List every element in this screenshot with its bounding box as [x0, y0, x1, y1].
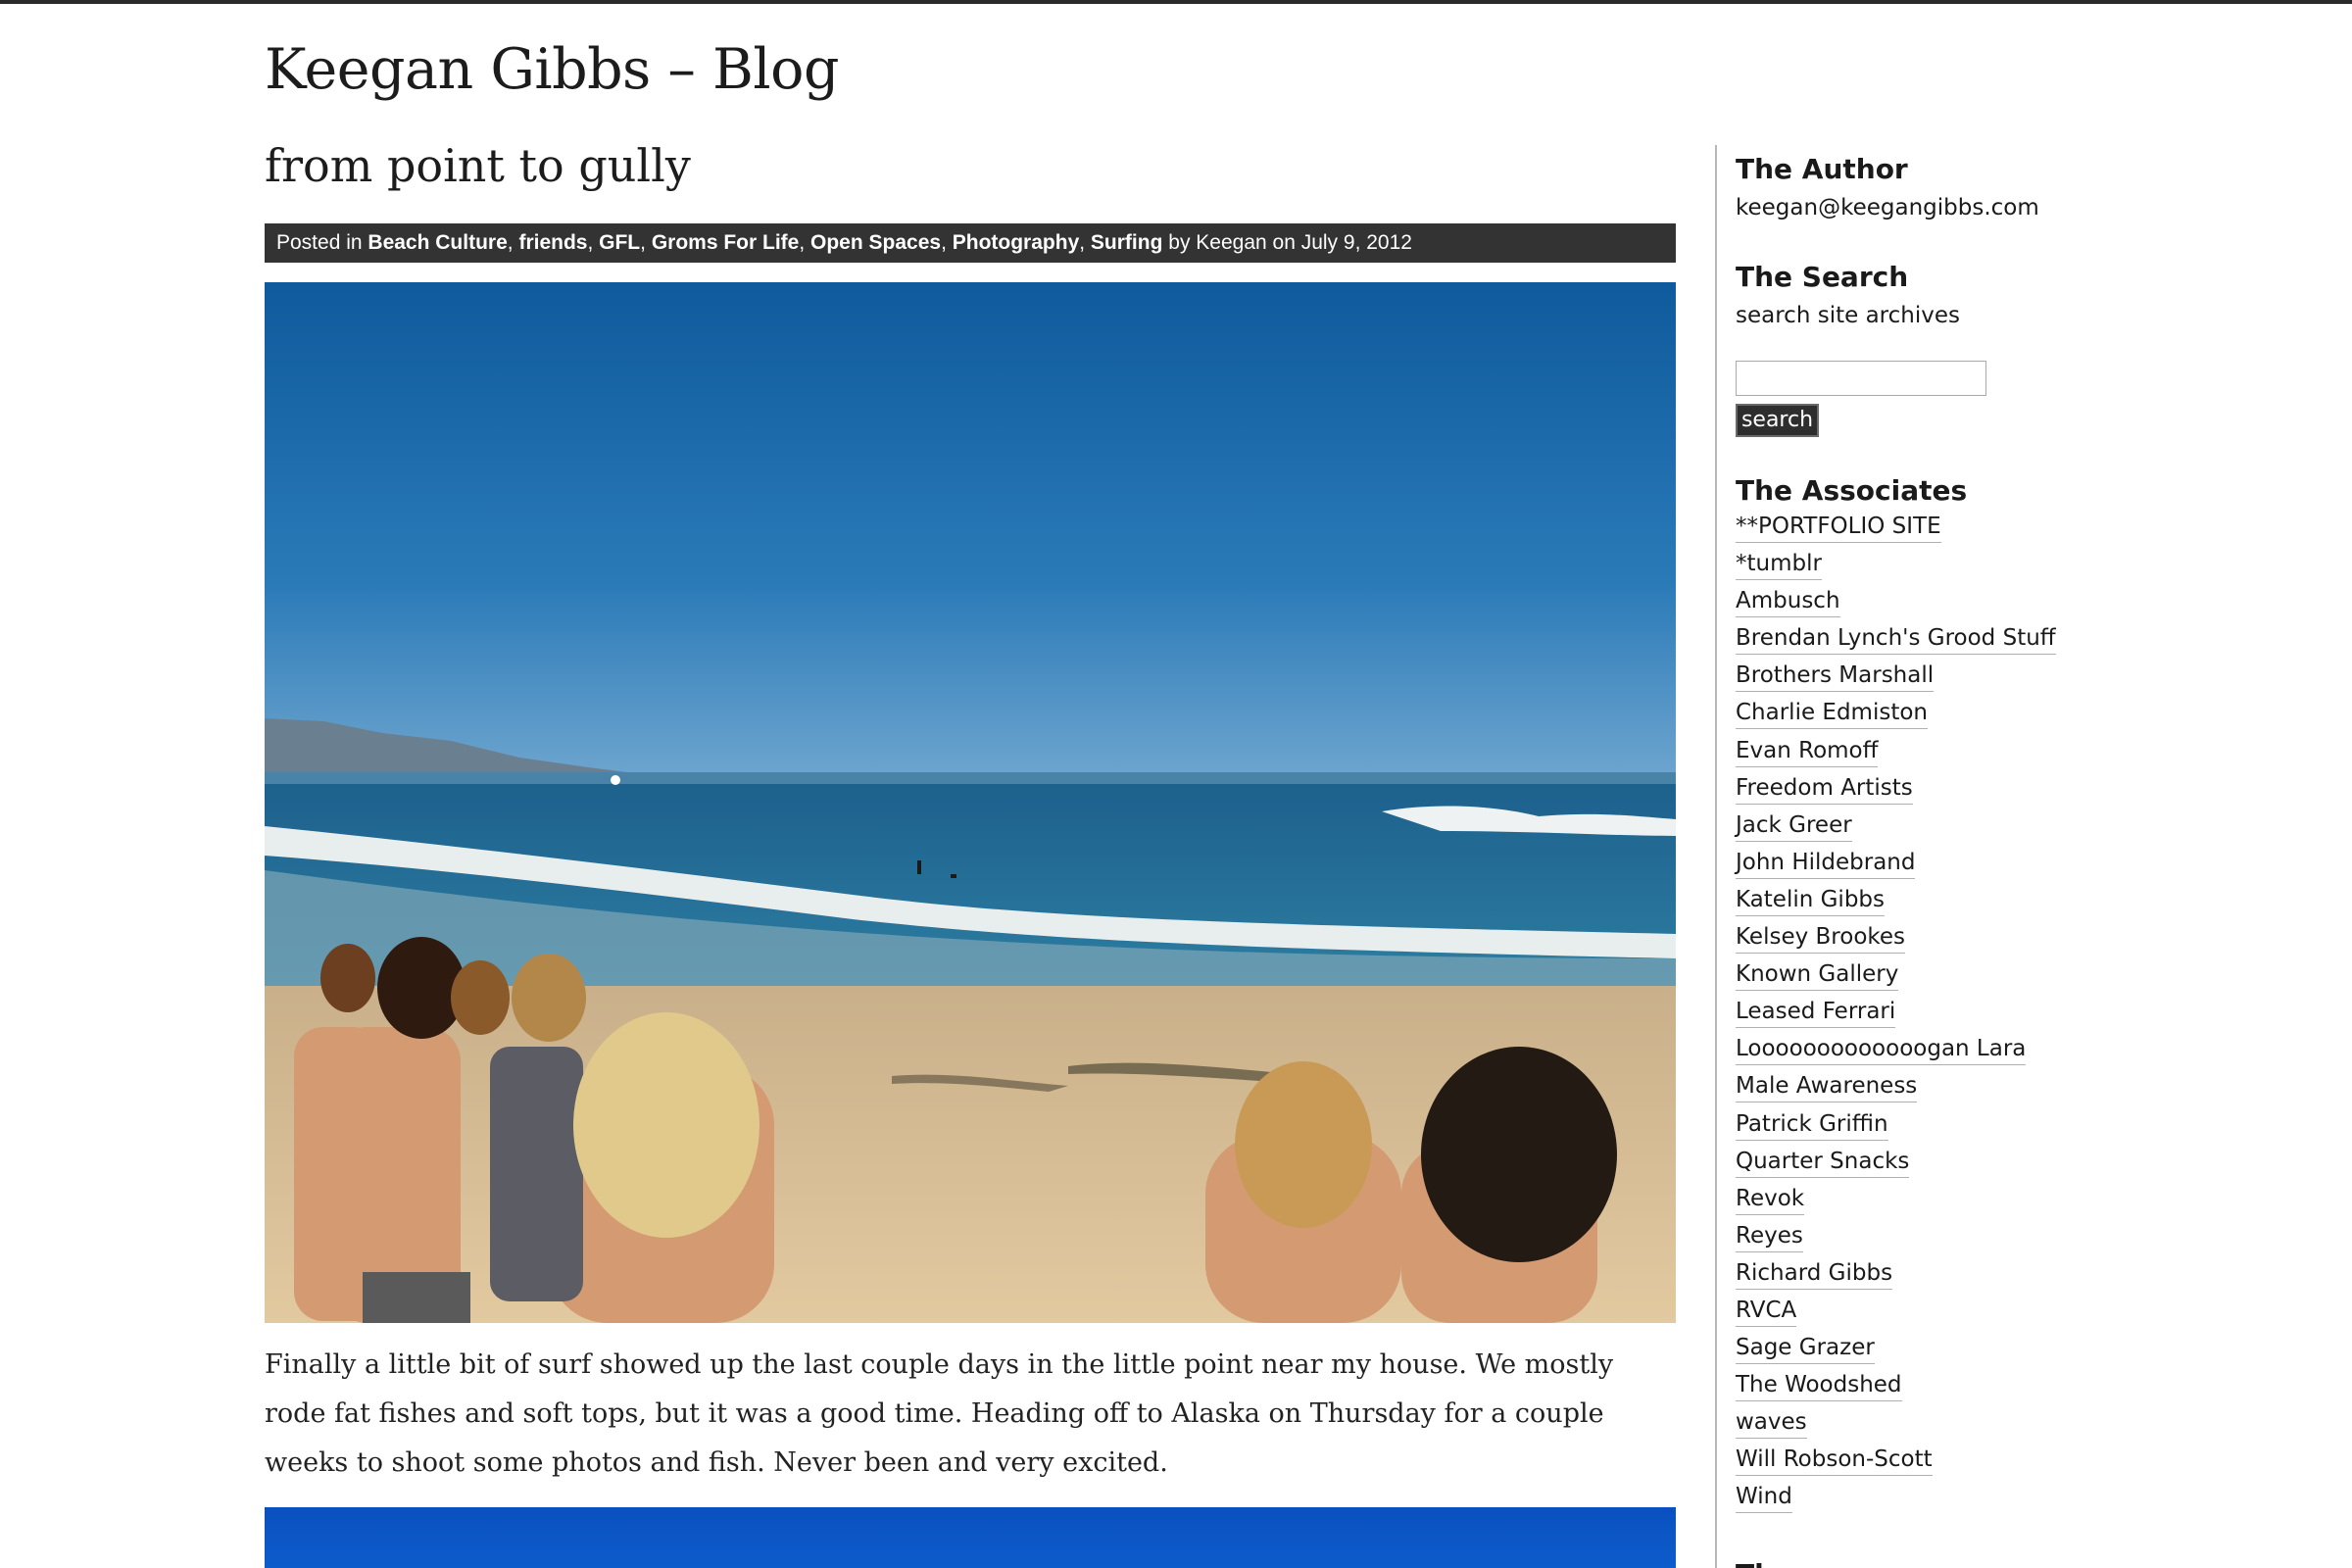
associate-item: Freedom Artists [1736, 774, 2056, 812]
associate-link[interactable]: Patrick Griffin [1736, 1110, 1888, 1141]
associates-heading: The Associates [1736, 474, 1968, 507]
site-title[interactable]: Keegan Gibbs – Blog [265, 37, 839, 102]
associate-link[interactable]: Charlie Edmiston [1736, 700, 1929, 730]
associate-link[interactable]: Brothers Marshall [1736, 662, 1935, 693]
associate-item: John Hildebrand [1736, 849, 2056, 887]
associate-item: Sage Grazer [1736, 1335, 2056, 1372]
associate-item: Kelsey Brookes [1736, 924, 2056, 961]
associate-item: Jack Greer [1736, 811, 2056, 850]
category-list: Beach Culture, friends, GFL, Groms For L… [368, 231, 1163, 254]
category-link[interactable]: Open Spaces [810, 231, 941, 254]
associate-link[interactable]: Leased Ferrari [1736, 999, 1896, 1029]
post-title[interactable]: from point to gully [265, 139, 691, 192]
search-heading: The Search [1736, 261, 1909, 293]
associate-item: Male Awareness [1736, 1073, 2056, 1110]
associate-item: RVCA [1736, 1297, 2056, 1335]
associate-item: Revok [1736, 1185, 2056, 1223]
associate-item: **PORTFOLIO SITE [1736, 514, 2056, 551]
associate-link[interactable]: Looooooooooooogan Lara [1736, 1036, 2027, 1066]
associate-link[interactable]: Wind [1736, 1484, 1792, 1514]
associate-link[interactable]: Jack Greer [1736, 811, 1852, 842]
associate-link[interactable]: Brendan Lynch's Grood Stuff [1736, 625, 2056, 656]
associate-link[interactable]: Freedom Artists [1736, 774, 1913, 805]
associate-item: Brendan Lynch's Grood Stuff [1736, 625, 2056, 662]
associate-item: Patrick Griffin [1736, 1110, 2056, 1149]
associate-link[interactable]: Male Awareness [1736, 1073, 1918, 1103]
associate-item: Evan Romoff [1736, 737, 2056, 775]
search-input[interactable] [1736, 361, 1986, 396]
associate-link[interactable]: Katelin Gibbs [1736, 886, 1886, 916]
top-border [0, 0, 2352, 4]
associate-item: Katelin Gibbs [1736, 886, 2056, 924]
associate-item: Reyes [1736, 1222, 2056, 1260]
posted-in-label: Posted in [276, 231, 363, 254]
category-link[interactable]: friends [518, 231, 587, 254]
category-link[interactable]: Photography [953, 231, 1080, 254]
associate-item: Brothers Marshall [1736, 662, 2056, 700]
category-link[interactable]: Surfing [1091, 231, 1163, 254]
associate-link[interactable]: Quarter Snacks [1736, 1148, 1910, 1178]
associate-link[interactable]: Evan Romoff [1736, 737, 1879, 767]
associate-link[interactable]: **PORTFOLIO SITE [1736, 514, 1941, 543]
associates-list: **PORTFOLIO SITE *tumblr Ambusch Brendan Ly… [1736, 514, 2056, 1522]
post-meta-bar: Posted in Beach Culture, friends, GFL, G… [265, 223, 1676, 263]
associate-link[interactable]: Sage Grazer [1736, 1335, 1875, 1365]
associate-item: Leased Ferrari [1736, 999, 2056, 1036]
post-byline: by Keegan on July 9, 2012 [1168, 231, 1412, 254]
associate-link[interactable]: *tumblr [1736, 551, 1822, 581]
associate-item: *tumblr [1736, 551, 2056, 588]
archives-heading: The Archives [1736, 1558, 1863, 1568]
associate-link[interactable]: Kelsey Brookes [1736, 924, 1906, 955]
associate-item: Quarter Snacks [1736, 1148, 2056, 1186]
author-email[interactable]: keegan@keegangibbs.com [1736, 195, 2039, 220]
associate-link[interactable]: Richard Gibbs [1736, 1259, 1893, 1290]
associate-link[interactable]: John Hildebrand [1736, 849, 1916, 879]
sidebar-divider [1715, 145, 1717, 1568]
search-button[interactable]: search [1736, 404, 1819, 437]
associate-link[interactable]: The Woodshed [1736, 1372, 1902, 1402]
associate-link[interactable]: Revok [1736, 1185, 1805, 1215]
associate-link[interactable]: Known Gallery [1736, 961, 1899, 992]
associate-link[interactable]: waves [1736, 1409, 1807, 1440]
second-post-photo[interactable] [265, 1507, 1676, 1568]
associate-item: Looooooooooooogan Lara [1736, 1036, 2056, 1073]
category-link[interactable]: Beach Culture [368, 231, 507, 254]
associate-item: waves [1736, 1409, 2056, 1446]
category-link[interactable]: GFL [599, 231, 640, 254]
associate-item: Will Robson-Scott [1736, 1446, 2056, 1484]
category-link[interactable]: Groms For Life [652, 231, 800, 254]
associate-item: Wind [1736, 1484, 2056, 1521]
search-subtext: search site archives [1736, 303, 1960, 328]
post-body: Finally a little bit of surf showed up t… [265, 1349, 1614, 1478]
author-heading: The Author [1736, 153, 1908, 185]
associate-item: Ambusch [1736, 588, 2056, 625]
associate-link[interactable]: RVCA [1736, 1297, 1797, 1327]
associate-link[interactable]: Reyes [1736, 1222, 1803, 1252]
associate-link[interactable]: Ambusch [1736, 588, 1840, 618]
post-photo[interactable] [265, 282, 1676, 1323]
associate-item: Richard Gibbs [1736, 1259, 2056, 1298]
associate-item: Known Gallery [1736, 961, 2056, 999]
associate-item: Charlie Edmiston [1736, 700, 2056, 737]
associate-link[interactable]: Will Robson-Scott [1736, 1446, 1933, 1477]
associate-item: The Woodshed [1736, 1372, 2056, 1409]
